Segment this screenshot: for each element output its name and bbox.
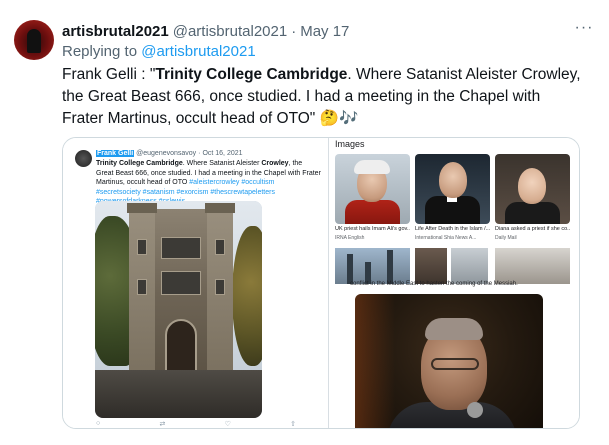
embedded-handle: @eugenevonsavoy [136,150,197,157]
spire [387,250,393,284]
thumb-caption[interactable]: Life After Death in the Islam /... [415,226,490,232]
tweet-date[interactable]: May 17 [300,23,349,40]
thumb-source: International Shia News A... [415,235,477,241]
embedded-date: Oct 16, 2021 [202,150,243,157]
tower-window [215,279,225,295]
image-thumb-man[interactable] [415,248,447,284]
photo-tree-right [232,226,262,366]
embedded-name: Frank Gelli [96,150,135,157]
tower-cap [205,203,235,213]
thumb-caption[interactable]: Diana asked a priest if she co... [495,226,570,232]
avatar-figure [27,29,41,53]
text-prefix: Frank Gelli : " [62,66,156,83]
replying-prefix: Replying to [62,43,142,60]
thumb-caption[interactable]: UK priest hails Imam Ali's gov... [335,226,410,232]
photo-ground [95,370,262,418]
tweet-media[interactable]: Frank Gelli @eugenevonsavoy · Oct 16, 20… [62,137,580,429]
author-name[interactable]: artisbrutal2021 [62,23,169,40]
embedded-header: Frank Gelli @eugenevonsavoy · Oct 16, 20… [96,150,243,157]
thumb-source: Daily Mail [495,235,517,241]
image-thumb-priest-portrait[interactable] [495,154,570,224]
thumb-hair [354,160,390,174]
tower-cap [127,203,157,213]
microphone-icon [467,402,483,418]
images-title: Images [335,139,365,149]
embedded-bold2: Crowley [261,160,289,167]
tower-left [127,203,157,379]
embedded-text-a: . Where Satanist Aleister [182,160,262,167]
retweet-icon: ⇄ [159,421,166,428]
tower-window [137,279,147,295]
thinking-music-emoji: 🤔🎶 [319,110,359,127]
man-hair [425,318,483,340]
author-handle[interactable]: @artisbrutal2021 [173,23,287,40]
thumb-source: IRNA English [335,235,365,241]
share-icon: ⇧ [290,421,296,428]
thumb-body [345,200,400,224]
tweet-text: Frank Gelli : "Trinity College Cambridge… [62,64,582,130]
embedded-action-icons: ○ ⇄ ♡ ⇧ [96,420,296,428]
college-gate-photo [95,201,262,418]
image-caption-line: conflict in the Middle East to hasten th… [350,281,518,287]
image-thumb-spires[interactable] [335,248,410,284]
thumb-face [439,162,467,198]
like-icon: ♡ [224,421,231,428]
embedded-bold: Trinity College Cambridge [96,160,183,167]
image-thumb-priest-collar[interactable] [415,154,490,224]
reply-icon: ○ [96,420,101,427]
image-thumb-man-3[interactable] [495,248,570,284]
separator-dot: · [291,22,297,40]
thumb-face [518,168,546,204]
text-bold: Trinity College Cambridge [155,66,348,83]
more-horizontal-icon[interactable]: ··· [573,20,595,39]
large-image-man-with-microphone[interactable] [355,294,543,428]
thumb-body [505,202,560,224]
author-avatar[interactable] [14,20,54,60]
embedded-avatar [75,150,92,167]
tower-right [205,203,235,379]
man-glasses [431,358,479,370]
replying-to: Replying to @artisbrutal2021 [62,43,256,60]
image-thumb-priest-red-tie[interactable] [335,154,410,224]
tweet[interactable]: artisbrutal2021 @artisbrutal2021 · May 1… [0,0,609,445]
gate-window [161,271,201,295]
gatehouse [127,203,235,379]
tweet-header: artisbrutal2021 @artisbrutal2021 · May 1… [62,21,349,41]
tower-window [137,239,147,255]
gate-window [161,237,201,259]
replying-to-mention[interactable]: @artisbrutal2021 [141,43,255,60]
embedded-separator: · [198,150,201,157]
embedded-text: Trinity College Cambridge. Where Satanis… [96,159,321,207]
stage-light [355,294,395,428]
spire [347,254,353,284]
images-search-panel[interactable]: Images UK priest hails Imam Ali's gov...… [329,138,579,428]
image-thumb-man-2[interactable] [451,248,488,284]
embedded-tweet-screenshot[interactable]: Frank Gelli @eugenevonsavoy · Oct 16, 20… [63,138,328,428]
tower-window [215,239,225,255]
